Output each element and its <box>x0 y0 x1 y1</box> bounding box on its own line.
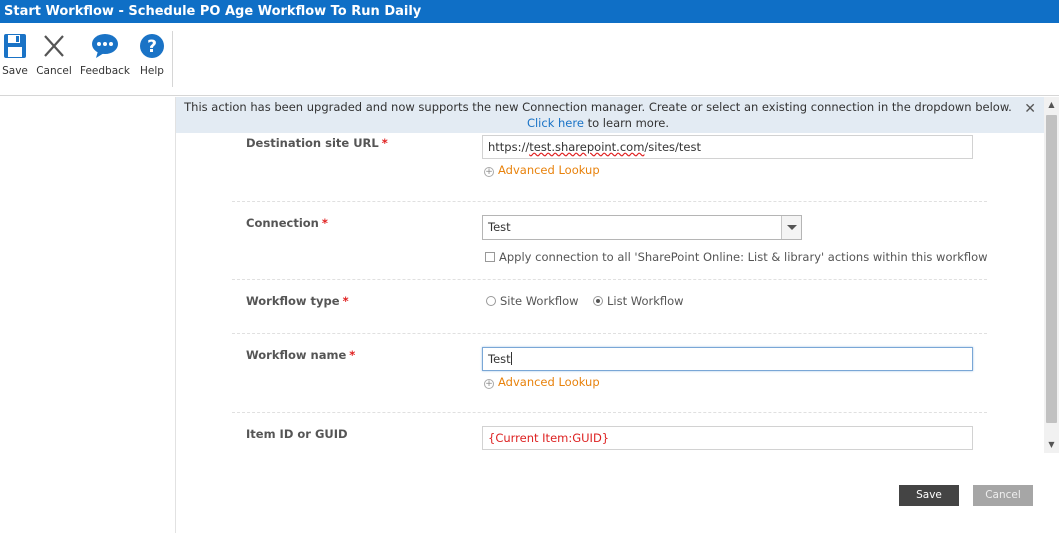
ribbon-feedback-button[interactable]: Feedback <box>80 33 130 77</box>
ribbon-cancel-label: Cancel <box>36 65 72 77</box>
floppy-disk-icon <box>2 33 28 61</box>
required-marker: * <box>349 348 356 362</box>
workflow-name-input[interactable]: Test <box>482 347 973 371</box>
ribbon-save-label: Save <box>2 65 28 77</box>
radio-list-workflow[interactable]: List Workflow <box>593 294 684 308</box>
question-mark-icon: ? <box>138 33 166 61</box>
left-pane <box>0 97 176 533</box>
ribbon-help-label: Help <box>140 65 164 77</box>
workflow-name-label: Workflow name * <box>246 348 356 362</box>
banner-click-here-link[interactable]: Click here <box>527 116 584 130</box>
speech-bubble-icon <box>80 33 130 61</box>
section-divider <box>232 201 987 202</box>
item-id-input[interactable]: {Current Item:GUID} <box>482 426 973 450</box>
radio-button-selected[interactable] <box>593 296 603 306</box>
plus-circle-icon: + <box>484 379 494 389</box>
close-icon[interactable]: ✕ <box>1024 101 1036 117</box>
svg-text:?: ? <box>147 37 157 57</box>
workflow-name-advanced-lookup-link[interactable]: + Advanced Lookup <box>484 375 600 389</box>
required-marker: * <box>342 294 349 308</box>
scroll-up-arrow-icon[interactable]: ▲ <box>1044 99 1059 111</box>
radio-button[interactable] <box>486 296 496 306</box>
required-marker: * <box>321 216 328 230</box>
section-divider <box>232 412 987 413</box>
chevron-down-icon[interactable] <box>781 216 801 239</box>
apply-connection-all-row[interactable]: Apply connection to all 'SharePoint Onli… <box>485 250 988 264</box>
scroll-down-arrow-icon[interactable]: ▼ <box>1044 439 1059 451</box>
section-divider <box>232 333 987 334</box>
text-cursor <box>510 352 512 365</box>
destination-site-url-label: Destination site URL * <box>246 136 388 150</box>
ribbon-help-button[interactable]: ? Help <box>138 33 166 77</box>
ribbon-cancel-button[interactable]: Cancel <box>36 33 72 77</box>
required-marker: * <box>381 136 388 150</box>
destination-site-url-input[interactable]: https://test.sharepoint.com/sites/test <box>482 135 973 159</box>
banner-text: This action has been upgraded and now su… <box>184 100 1012 114</box>
radio-site-workflow[interactable]: Site Workflow <box>486 294 579 308</box>
ribbon-separator <box>172 31 173 87</box>
scrollbar-thumb[interactable] <box>1046 115 1057 423</box>
ribbon-toolbar: Save Cancel Feedback ? Help <box>0 23 1059 96</box>
apply-connection-all-checkbox[interactable] <box>485 252 495 262</box>
workflow-type-label: Workflow type * <box>246 294 349 308</box>
ribbon-feedback-label: Feedback <box>80 65 131 77</box>
banner-text-end: to learn more. <box>583 116 670 130</box>
connection-label: Connection * <box>246 216 328 230</box>
cancel-button[interactable]: Cancel <box>973 485 1033 506</box>
upgrade-banner: This action has been upgraded and now su… <box>176 97 1044 133</box>
item-id-label: Item ID or GUID <box>246 427 348 441</box>
vertical-scrollbar[interactable]: ▲ ▼ <box>1044 97 1059 453</box>
plus-circle-icon: + <box>484 167 494 177</box>
close-x-icon <box>36 33 72 61</box>
destination-url-advanced-lookup-link[interactable]: + Advanced Lookup <box>484 163 600 177</box>
connection-dropdown[interactable]: Test <box>482 215 802 240</box>
ribbon-save-button[interactable]: Save <box>2 33 28 77</box>
save-button[interactable]: Save <box>899 485 959 506</box>
section-divider <box>232 279 987 280</box>
window-title: Start Workflow - Schedule PO Age Workflo… <box>0 0 1059 23</box>
